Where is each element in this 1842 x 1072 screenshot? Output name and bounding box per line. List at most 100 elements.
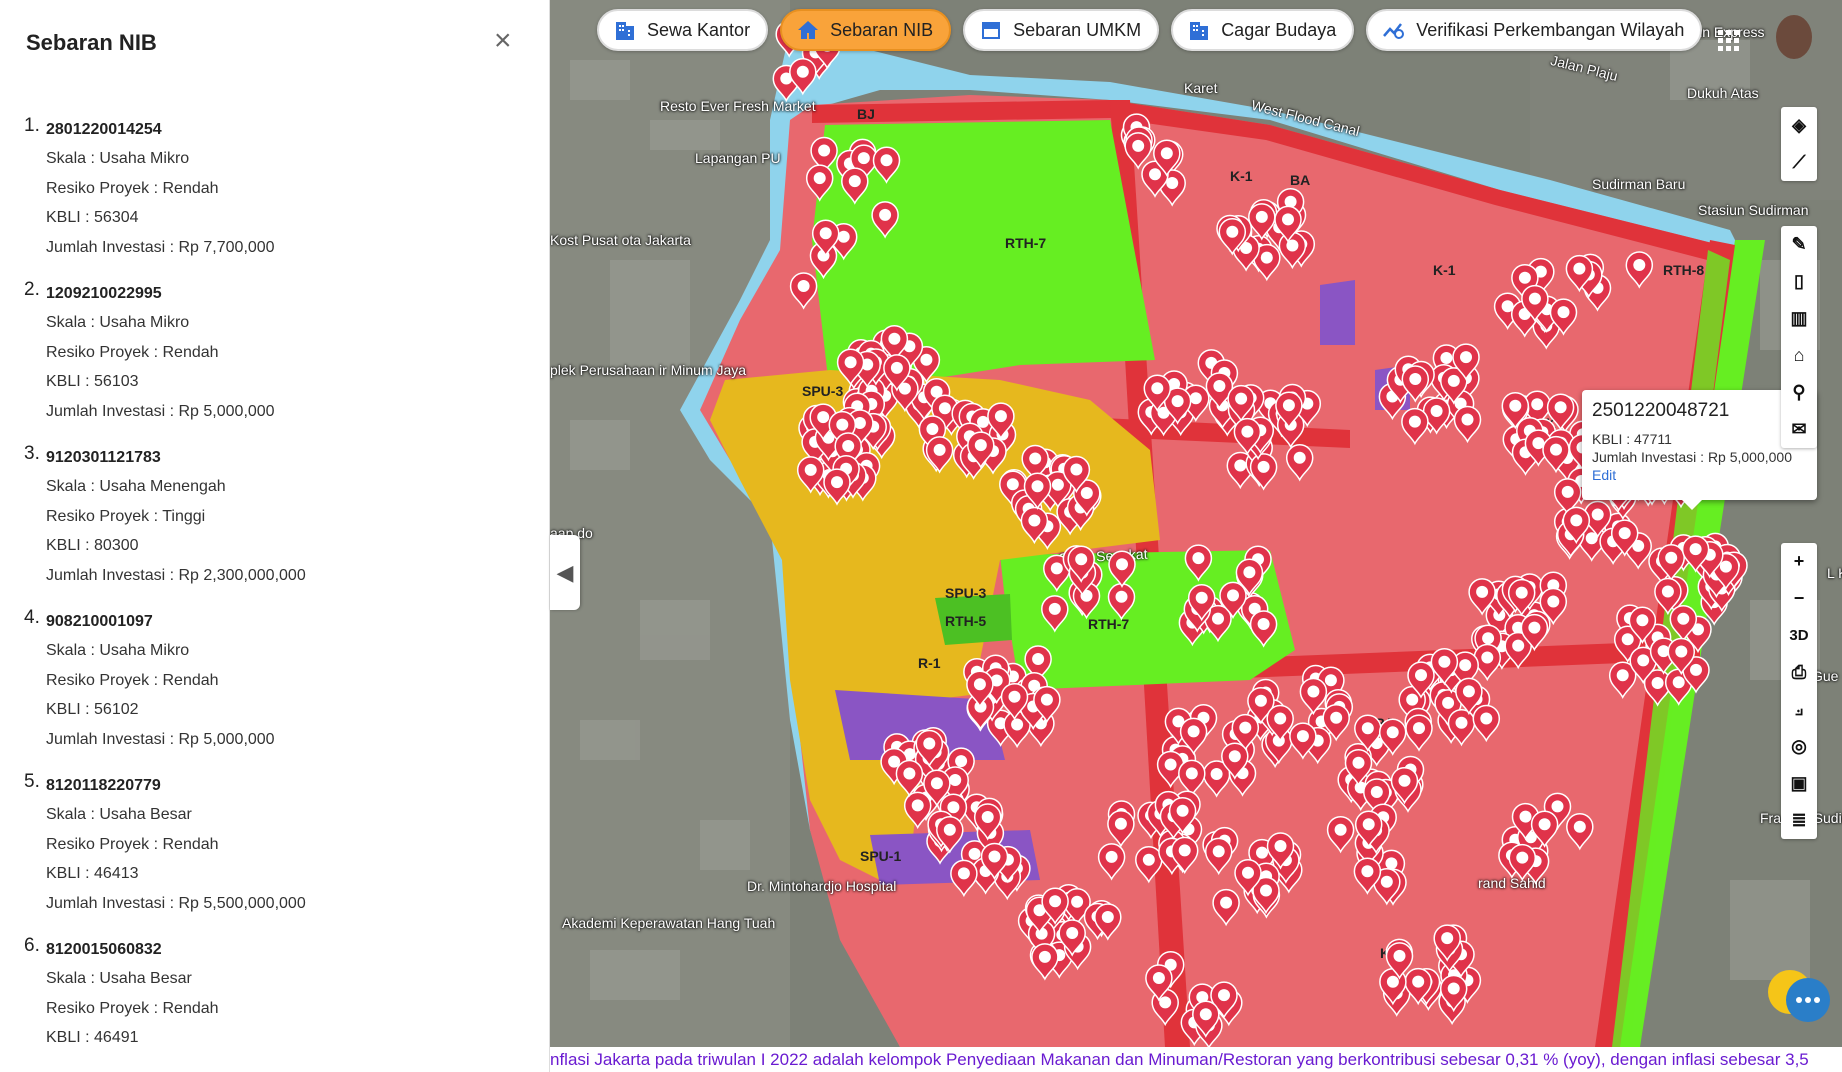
nib-kbli: KBLI : 46413 — [46, 859, 549, 889]
nib-scale-value: Usaha Besar — [99, 806, 192, 823]
nib-list-item[interactable]: 6. 8120015060832 Skala : Usaha Besar Resiko… — [0, 935, 549, 1053]
zoom-in-button[interactable]: + — [1781, 543, 1817, 580]
nib-marker[interactable] — [1097, 843, 1126, 881]
nib-marker[interactable] — [1401, 365, 1430, 403]
chart-icon[interactable]: ⟋ — [1781, 144, 1817, 181]
nib-marker[interactable] — [841, 167, 869, 205]
nib-marker[interactable] — [1184, 544, 1213, 582]
popup-title: 2501220048721 — [1592, 400, 1730, 421]
nib-marker[interactable] — [1108, 550, 1136, 588]
nib-marker[interactable] — [1135, 845, 1163, 884]
close-icon[interactable]: × — [494, 26, 512, 56]
basemap-icon[interactable]: ≣ — [1781, 802, 1817, 839]
nib-marker[interactable] — [871, 201, 899, 239]
bike-icon[interactable]: ⚲ — [1781, 374, 1817, 411]
tab-verifikasi-perkembangan-wilayah[interactable]: Verifikasi Perkembangan Wilayah — [1366, 9, 1703, 51]
nib-scale: Skala : Usaha Mikro — [46, 308, 549, 338]
nib-investment-label: Jumlah Investasi : — [46, 402, 179, 420]
nib-marker[interactable] — [1212, 888, 1240, 927]
nib-marker[interactable] — [1107, 810, 1135, 848]
avatar[interactable] — [1776, 15, 1812, 59]
nib-item-number: 2. — [24, 279, 40, 300]
mail-icon[interactable]: ✉ — [1781, 411, 1817, 448]
tab-sebaran-umkm[interactable]: Sebaran UMKM — [963, 9, 1160, 51]
nib-list-item[interactable]: 1. 2801220014254 Skala : Usaha Mikro Resiko… — [0, 115, 549, 262]
nib-marker[interactable] — [1472, 704, 1501, 743]
nib-investment-value: Rp 7,700,000 — [178, 238, 275, 256]
nib-investment-label: Jumlah Investasi : — [46, 730, 179, 748]
nib-marker[interactable] — [872, 146, 901, 184]
nib-marker[interactable] — [1178, 759, 1206, 798]
nib-risk-value: Rendah — [162, 179, 219, 197]
nib-risk: Resiko Proyek : Rendah — [46, 338, 549, 368]
3d-button[interactable]: 3D — [1781, 617, 1817, 654]
popup-investment: Jumlah Investasi : Rp 5,000,000 — [1592, 449, 1793, 465]
pin-icon[interactable]: ✎ — [1781, 226, 1817, 263]
nib-kbli-value: 56102 — [94, 701, 139, 718]
nib-marker[interactable] — [925, 436, 954, 474]
layers-icon[interactable]: ◈ — [1781, 107, 1817, 144]
nib-marker[interactable] — [1285, 444, 1314, 482]
nib-marker[interactable] — [1401, 407, 1429, 446]
nib-kbli-label: KBLI : — [46, 701, 95, 718]
nib-item-number: 5. — [24, 771, 40, 792]
nib-scale-value: Usaha Menengah — [99, 478, 226, 495]
nib-kbli-value: 56304 — [94, 209, 139, 226]
nib-list-item[interactable]: 3. 9120301121783 Skala : Usaha Menengah Res… — [0, 443, 549, 591]
nib-marker[interactable] — [805, 164, 834, 202]
nib-risk-label: Resiko Proyek : — [46, 507, 163, 525]
nib-marker[interactable] — [950, 859, 978, 898]
chat-icon[interactable] — [1766, 966, 1830, 1026]
nib-scale-value: Usaha Besar — [99, 970, 192, 987]
nib-risk: Resiko Proyek : Rendah — [46, 830, 549, 860]
nib-marker[interactable] — [1249, 453, 1278, 491]
nib-investment-label: Jumlah Investasi : — [46, 894, 179, 912]
nib-marker[interactable] — [1041, 595, 1069, 633]
measure-icon[interactable]: ⟓ — [1781, 691, 1817, 728]
nib-list-item[interactable]: 4. 908210001097 Skala : Usaha Mikro Resiko … — [0, 607, 549, 754]
nib-investment: Jumlah Investasi : Rp 2,300,000,000 — [46, 561, 549, 591]
nib-kbli: KBLI : 46491 — [46, 1023, 549, 1053]
nib-risk-label: Resiko Proyek : — [46, 999, 163, 1017]
apps-grid-icon[interactable] — [1718, 30, 1740, 52]
nib-kbli-value: 46491 — [94, 1029, 139, 1046]
polygon-icon[interactable]: ▣ — [1781, 765, 1817, 802]
nib-item-number: 6. — [24, 935, 40, 956]
nib-marker[interactable] — [1124, 132, 1152, 170]
map-canvas[interactable]: RTH-7 RTH-7 RTH-5 RTH-8 K-1 K-1 K-1 K-1 … — [550, 0, 1842, 1047]
home-icon[interactable]: ⌂ — [1781, 337, 1817, 374]
tab-cagar-budaya[interactable]: Cagar Budaya — [1171, 9, 1355, 51]
nib-marker[interactable] — [1107, 583, 1136, 621]
nib-investment-value: Rp 2,300,000,000 — [178, 566, 306, 584]
locate-icon[interactable]: ◎ — [1781, 728, 1817, 765]
tab-sewa-kantor[interactable]: Sewa Kantor — [597, 9, 769, 51]
building-icon[interactable]: ▥ — [1781, 300, 1817, 337]
collapse-panel-button[interactable]: ◀ — [550, 535, 580, 610]
nib-marker[interactable] — [1453, 405, 1482, 444]
print-icon[interactable]: ⎙ — [1781, 654, 1817, 691]
nib-id: 8120118220779 — [46, 777, 161, 794]
nib-kbli-label: KBLI : — [46, 537, 95, 554]
tab-label: Cagar Budaya — [1221, 19, 1337, 40]
nib-kbli: KBLI : 56103 — [46, 367, 549, 397]
building-icon — [613, 18, 647, 42]
nib-marker[interactable] — [1204, 837, 1233, 876]
nib-risk-value: Rendah — [162, 999, 219, 1017]
bookmark-icon[interactable]: ▯ — [1781, 263, 1817, 300]
nib-list-item[interactable]: 2. 1209210022995 Skala : Usaha Mikro Resiko… — [0, 279, 549, 426]
nib-kbli-value: 46413 — [94, 865, 139, 882]
nib-item-number: 4. — [24, 607, 40, 628]
nib-marker[interactable] — [789, 272, 818, 310]
nib-scale: Skala : Usaha Besar — [46, 800, 549, 830]
nib-marker[interactable] — [1405, 714, 1433, 752]
nib-marker[interactable] — [903, 791, 932, 830]
zoom-out-button[interactable]: − — [1781, 580, 1817, 617]
nib-marker[interactable] — [1566, 812, 1594, 851]
nib-marker[interactable] — [1326, 815, 1355, 854]
popup-edit-link[interactable]: Edit — [1592, 466, 1807, 484]
tab-sebaran-nib[interactable]: Sebaran NIB — [780, 9, 952, 51]
nib-marker[interactable] — [1031, 943, 1059, 981]
nib-marker[interactable] — [1249, 610, 1278, 648]
nib-list-item[interactable]: 5. 8120118220779 Skala : Usaha Besar Resiko… — [0, 771, 549, 918]
nib-marker[interactable] — [1625, 251, 1654, 289]
